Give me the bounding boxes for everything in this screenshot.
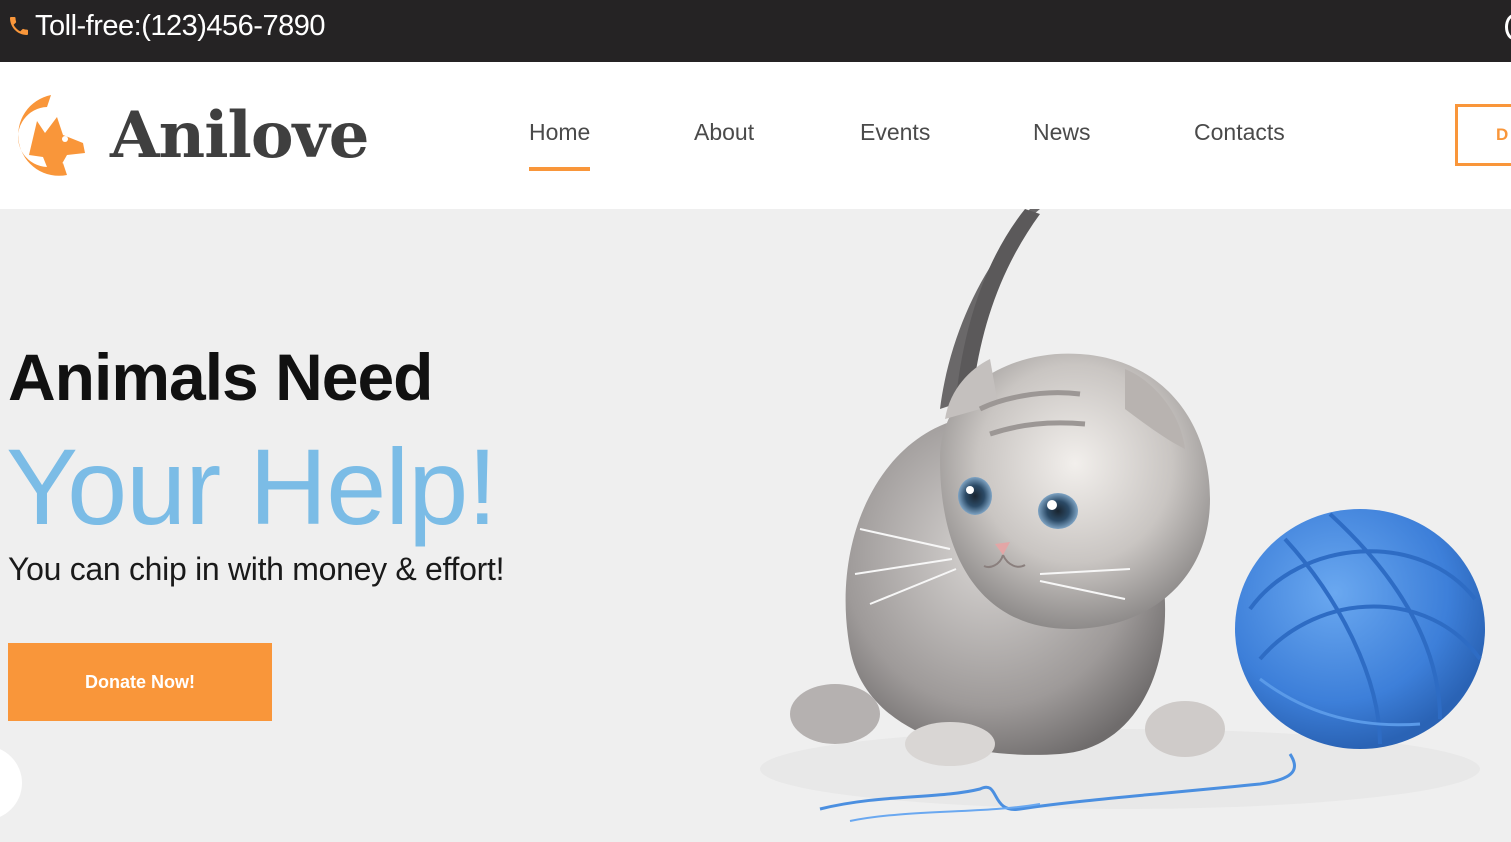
nav-events[interactable]: Events (860, 117, 930, 147)
hero-subtitle: You can chip in with money & effort! (8, 551, 505, 587)
site-header: Anilove Home About Events News Contacts … (0, 62, 1511, 209)
cat-dog-logo-icon[interactable] (7, 91, 93, 179)
hero-heading-highlight: Your Help! (6, 426, 497, 547)
phone-icon (7, 14, 31, 38)
side-scroll-button[interactable] (0, 746, 22, 820)
nav-news[interactable]: News (1033, 117, 1091, 147)
hero-heading: Animals Need (8, 340, 433, 414)
kitten-with-yarn-image (760, 209, 1485, 822)
site-logo-text[interactable]: Anilove (110, 98, 369, 174)
toll-free-phone[interactable]: Toll-free:(123)456-7890 (35, 9, 325, 43)
nav-about[interactable]: About (694, 117, 754, 147)
header-donate-button[interactable]: D (1455, 104, 1511, 166)
donate-now-button[interactable]: Donate Now! (8, 643, 272, 721)
language-icon[interactable] (1505, 14, 1511, 40)
nav-contacts[interactable]: Contacts (1194, 117, 1285, 147)
top-bar: Toll-free:(123)456-7890 (0, 0, 1511, 62)
nav-home[interactable]: Home (529, 117, 591, 171)
hero-section: Animals Need Your Help! You can chip in … (0, 209, 1511, 842)
